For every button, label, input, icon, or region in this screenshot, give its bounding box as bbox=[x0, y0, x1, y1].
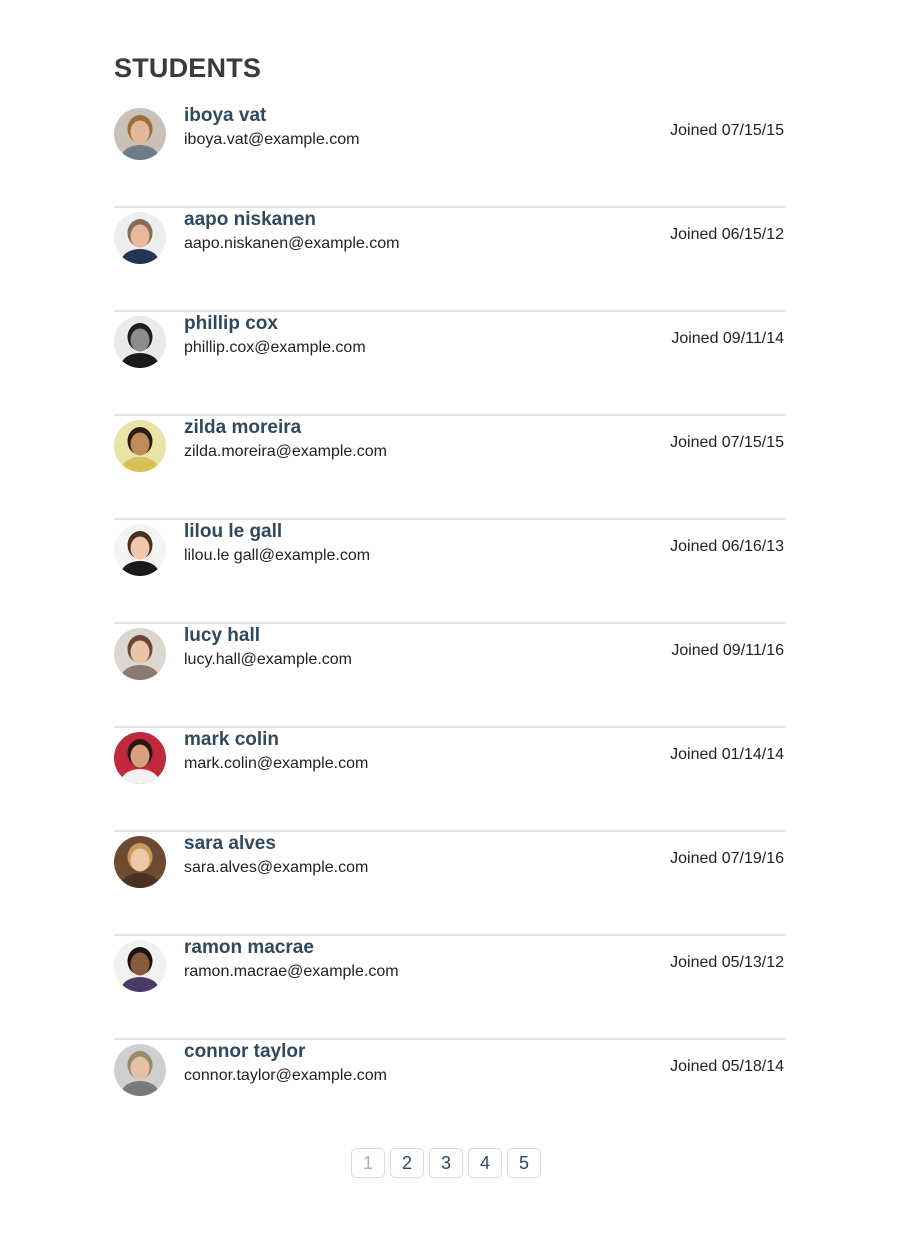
joined-date: Joined 07/15/15 bbox=[670, 122, 784, 139]
student-email: lucy.hall@example.com bbox=[184, 651, 353, 668]
joined-date: Joined 05/18/14 bbox=[670, 1058, 784, 1075]
joined-date: Joined 07/15/15 bbox=[670, 434, 784, 451]
avatar-man-icon[interactable] bbox=[114, 1044, 166, 1096]
student-email: zilda.moreira@example.com bbox=[184, 443, 387, 460]
student-row: mark colin mark.colin@example.com Joined 0… bbox=[114, 728, 786, 832]
page-button-2[interactable]: 2 bbox=[390, 1148, 424, 1178]
student-row: aapo niskanen aapo.niskanen@example.com Jo… bbox=[114, 208, 786, 312]
students-panel: STUDENTS iboya vat iboya.vat@example.com J… bbox=[114, 52, 786, 1144]
page-title: STUDENTS bbox=[114, 53, 262, 83]
student-email: lilou.le gall@example.com bbox=[184, 547, 371, 564]
student-row: lucy hall lucy.hall@example.com Joined 09/… bbox=[114, 624, 786, 728]
joined-date: Joined 01/14/14 bbox=[670, 746, 784, 763]
avatar-man-icon[interactable] bbox=[114, 940, 166, 992]
avatar-woman-icon[interactable] bbox=[114, 420, 166, 472]
page-button-5[interactable]: 5 bbox=[507, 1148, 541, 1178]
pagination: 12345 bbox=[351, 1148, 541, 1178]
joined-date: Joined 05/13/12 bbox=[670, 954, 784, 971]
avatar-woman-icon[interactable] bbox=[114, 836, 166, 888]
joined-date: Joined 06/15/12 bbox=[670, 226, 784, 243]
student-row: zilda moreira zilda.moreira@example.com Jo… bbox=[114, 416, 786, 520]
student-info: zilda moreira zilda.moreira@example.com bbox=[184, 416, 387, 463]
student-info: mark colin mark.colin@example.com bbox=[184, 728, 368, 775]
student-row: ramon macrae ramon.macrae@example.com Join… bbox=[114, 936, 786, 1040]
student-info: ramon macrae ramon.macrae@example.com bbox=[184, 936, 399, 983]
joined-date: Joined 09/11/16 bbox=[671, 642, 784, 659]
student-row: phillip cox phillip.cox@example.com Joined… bbox=[114, 312, 786, 416]
student-info: lilou le gall lilou.le gall@example.com bbox=[184, 520, 370, 567]
avatar-woman-icon[interactable] bbox=[114, 108, 166, 160]
student-email: iboya.vat@example.com bbox=[184, 131, 360, 148]
student-info: sara alves sara.alves@example.com bbox=[184, 832, 368, 879]
student-row: connor taylor connor.taylor@example.com Jo… bbox=[114, 1040, 786, 1144]
student-name-link[interactable]: aapo niskanen bbox=[184, 208, 399, 232]
page-button-1[interactable]: 1 bbox=[351, 1148, 385, 1178]
joined-date: Joined 06/16/13 bbox=[670, 538, 784, 555]
student-email: aapo.niskanen@example.com bbox=[184, 235, 400, 252]
avatar-man-icon[interactable] bbox=[114, 212, 166, 264]
student-name-link[interactable]: lilou le gall bbox=[184, 520, 370, 544]
student-name-link[interactable]: ramon macrae bbox=[184, 936, 399, 960]
avatar-man-icon[interactable] bbox=[114, 316, 166, 368]
student-info: connor taylor connor.taylor@example.com bbox=[184, 1040, 387, 1087]
student-row: sara alves sara.alves@example.com Joined 0… bbox=[114, 832, 786, 936]
student-info: iboya vat iboya.vat@example.com bbox=[184, 104, 359, 151]
student-info: lucy hall lucy.hall@example.com bbox=[184, 624, 352, 671]
student-list: iboya vat iboya.vat@example.com Joined 07/… bbox=[114, 104, 786, 1144]
student-email: mark.colin@example.com bbox=[184, 755, 369, 772]
joined-date: Joined 09/11/14 bbox=[671, 330, 784, 347]
student-row: iboya vat iboya.vat@example.com Joined 07/… bbox=[114, 104, 786, 208]
joined-date: Joined 07/19/16 bbox=[670, 850, 784, 867]
student-name-link[interactable]: zilda moreira bbox=[184, 416, 387, 440]
student-name-link[interactable]: mark colin bbox=[184, 728, 368, 752]
avatar-woman-icon[interactable] bbox=[114, 732, 166, 784]
avatar-woman-icon[interactable] bbox=[114, 628, 166, 680]
student-email: connor.taylor@example.com bbox=[184, 1067, 387, 1084]
student-name-link[interactable]: sara alves bbox=[184, 832, 368, 856]
avatar-woman-icon[interactable] bbox=[114, 524, 166, 576]
student-info: phillip cox phillip.cox@example.com bbox=[184, 312, 366, 359]
student-name-link[interactable]: connor taylor bbox=[184, 1040, 387, 1064]
page-button-3[interactable]: 3 bbox=[429, 1148, 463, 1178]
student-email: ramon.macrae@example.com bbox=[184, 963, 399, 980]
student-name-link[interactable]: lucy hall bbox=[184, 624, 352, 648]
student-row: lilou le gall lilou.le gall@example.com Jo… bbox=[114, 520, 786, 624]
student-email: sara.alves@example.com bbox=[184, 859, 369, 876]
student-name-link[interactable]: phillip cox bbox=[184, 312, 366, 336]
student-email: phillip.cox@example.com bbox=[184, 339, 366, 356]
student-info: aapo niskanen aapo.niskanen@example.com bbox=[184, 208, 399, 255]
page-button-4[interactable]: 4 bbox=[468, 1148, 502, 1178]
student-name-link[interactable]: iboya vat bbox=[184, 104, 359, 128]
